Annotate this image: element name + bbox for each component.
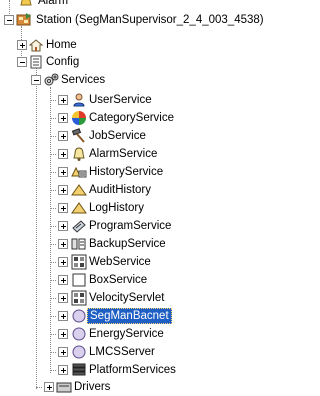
tree-label: AlarmService [89, 148, 158, 160]
expand-toggle[interactable] [58, 113, 68, 123]
expand-toggle[interactable] [58, 131, 68, 141]
tree-label: JobService [89, 130, 146, 142]
tree-label: UserService [89, 94, 152, 106]
tree-label: EnergyService [89, 328, 164, 340]
expand-toggle[interactable] [58, 185, 68, 195]
tree-label: AuditHistory [89, 184, 151, 196]
tree-line [36, 387, 42, 388]
tree-label: Drivers [74, 381, 111, 393]
tree-line [50, 316, 56, 317]
expand-toggle[interactable] [58, 239, 68, 249]
tree-label: CategoryService [89, 112, 175, 124]
expand-toggle[interactable] [58, 149, 68, 159]
expand-toggle[interactable] [58, 167, 68, 177]
tree-label: BoxService [89, 274, 148, 286]
expand-toggle[interactable] [44, 382, 54, 392]
circle-icon [72, 345, 86, 359]
tree-line [50, 136, 56, 137]
tree-line [50, 190, 56, 191]
tree-line [50, 118, 56, 119]
expand-toggle[interactable] [58, 293, 68, 303]
triangle-icon [71, 184, 87, 196]
tree-line [50, 262, 56, 263]
expand-toggle[interactable] [58, 365, 68, 375]
expand-toggle[interactable] [58, 329, 68, 339]
tree-label: Home [46, 39, 77, 51]
tree-line [50, 334, 56, 335]
tree-label: ProgramService [89, 220, 172, 232]
home-icon [28, 39, 44, 52]
circle-icon [72, 309, 86, 323]
tree-label: Alarm [38, 0, 69, 7]
tree-line [50, 154, 56, 155]
expand-toggle[interactable] [58, 275, 68, 285]
history-icon [71, 166, 87, 178]
bell-icon [73, 147, 85, 161]
backup-icon [71, 238, 86, 250]
tree-line [50, 370, 56, 371]
tree-label: WebService [89, 256, 151, 268]
expand-toggle[interactable] [58, 257, 68, 267]
tree-line [50, 244, 56, 245]
tree-label: Services [61, 74, 106, 86]
tree-label: VelocityServlet [89, 292, 165, 304]
tree-label: Station (SegManSupervisor_2_4_003_4538) [36, 14, 264, 26]
tree-label: Config [46, 56, 80, 68]
collapse-toggle[interactable] [4, 15, 14, 25]
tree-line [50, 298, 56, 299]
circle-icon [72, 327, 86, 341]
tree-line [50, 352, 56, 353]
box-icon [72, 273, 86, 287]
tree-label: LMCSServer [89, 346, 155, 358]
expand-toggle[interactable] [58, 203, 68, 213]
platform-stack-icon [72, 363, 86, 376]
category-pie-icon [72, 111, 86, 125]
tree-label-selected: SegManBacnet [87, 308, 172, 324]
tree-label: PlatformServices [89, 364, 176, 376]
tree-line [50, 280, 56, 281]
velocity-icon [71, 290, 87, 306]
tree-line [36, 67, 37, 389]
drivers-icon [56, 382, 72, 393]
tree-line [50, 172, 56, 173]
station-icon [16, 13, 31, 26]
web-icon [71, 254, 87, 270]
tree-label: BackupService [89, 238, 166, 250]
collapse-toggle[interactable] [17, 57, 27, 67]
program-icon [72, 220, 86, 233]
nav-tree: Alarm Station (SegManSupervisor_2_4_003_… [0, 0, 264, 396]
expand-toggle[interactable] [17, 40, 27, 50]
tree-line [50, 208, 56, 209]
tree-label: HistoryService [89, 166, 164, 178]
expand-toggle[interactable] [58, 221, 68, 231]
expand-toggle[interactable] [58, 347, 68, 357]
expand-toggle[interactable] [58, 95, 68, 105]
collapse-toggle[interactable] [31, 75, 41, 85]
alarm-bell-icon [20, 0, 32, 6]
config-icon [30, 55, 42, 69]
triangle-icon [71, 202, 87, 214]
tree-line [50, 100, 56, 101]
tree-line [50, 226, 56, 227]
tree-label: LogHistory [89, 202, 144, 214]
expand-toggle[interactable] [58, 311, 68, 321]
user-icon [73, 93, 85, 107]
hammer-icon [71, 128, 85, 143]
services-gear-icon [44, 73, 59, 86]
tree-line [50, 87, 51, 373]
